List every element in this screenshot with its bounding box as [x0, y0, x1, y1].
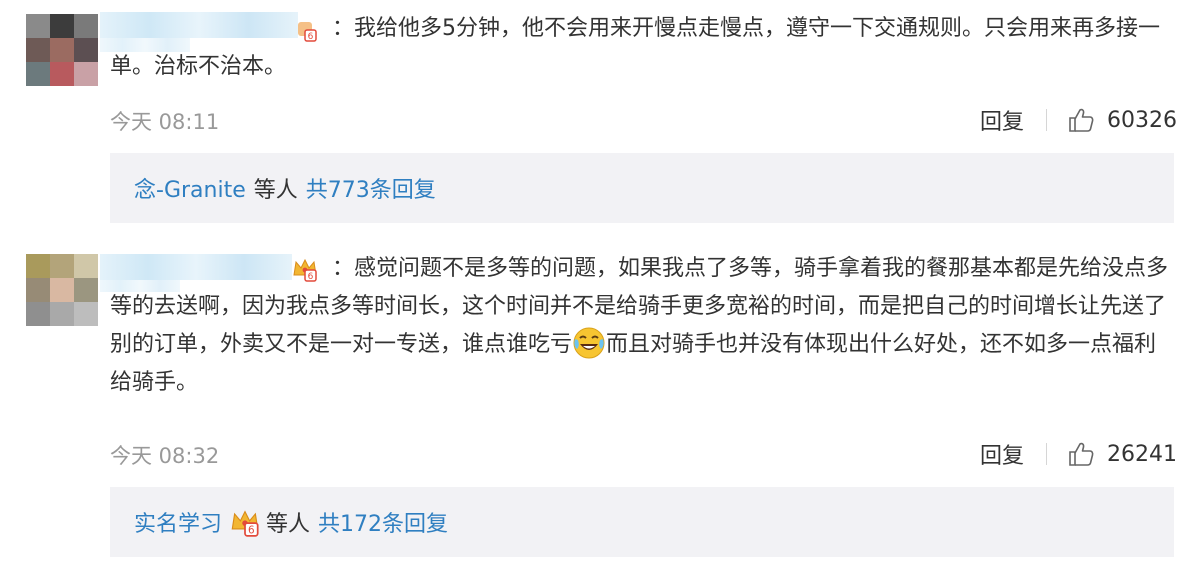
avatar[interactable] [26, 254, 98, 326]
divider [1046, 109, 1047, 131]
comment-actions: 回复 26241 [980, 438, 1177, 470]
comment-text: ：感觉问题不是多等的问题，如果我点了多等，骑手拿着我的餐那基本都是先给没点多等的… [110, 256, 1169, 395]
reply-button[interactable]: 回复 [980, 438, 1024, 470]
comment-timestamp: 今天 08:32 [110, 444, 220, 468]
avatar[interactable] [26, 14, 98, 86]
divider [1046, 443, 1047, 465]
crown-badge-icon: 6 [231, 510, 259, 537]
thumbs-up-icon [1069, 108, 1094, 132]
reply-button[interactable]: 回复 [980, 104, 1024, 136]
laughing-crying-emoji-icon [573, 327, 605, 359]
like-button[interactable]: 60326 [1067, 106, 1177, 134]
like-count: 26241 [1107, 441, 1177, 467]
reply-user-link[interactable]: 念-Granite [134, 172, 246, 204]
view-replies-link[interactable]: 共773条回复 [306, 172, 436, 204]
reply-etc-label: 等人 [253, 178, 298, 203]
like-count: 60326 [1107, 107, 1177, 133]
reply-etc-label: 等人 [266, 512, 311, 537]
comment-timestamp: 今天 08:11 [110, 110, 220, 134]
view-replies-link[interactable]: 共172条回复 [318, 506, 448, 538]
comment-actions: 回复 60326 [980, 104, 1177, 136]
thumbs-up-icon [1069, 442, 1094, 466]
reply-summary[interactable]: 实名学习 6 等人 共172条回复 [110, 487, 1174, 557]
like-button[interactable]: 26241 [1067, 440, 1177, 468]
reply-user-link[interactable]: 实名学习 [134, 506, 222, 538]
reply-summary[interactable]: 念-Granite 等人 共773条回复 [110, 153, 1174, 223]
svg-text:6: 6 [248, 525, 255, 537]
comment-text: ：我给他多5分钟，他不会用来开慢点走慢点，遵守一下交通规则。只会用来再多接一单。… [110, 16, 1160, 79]
